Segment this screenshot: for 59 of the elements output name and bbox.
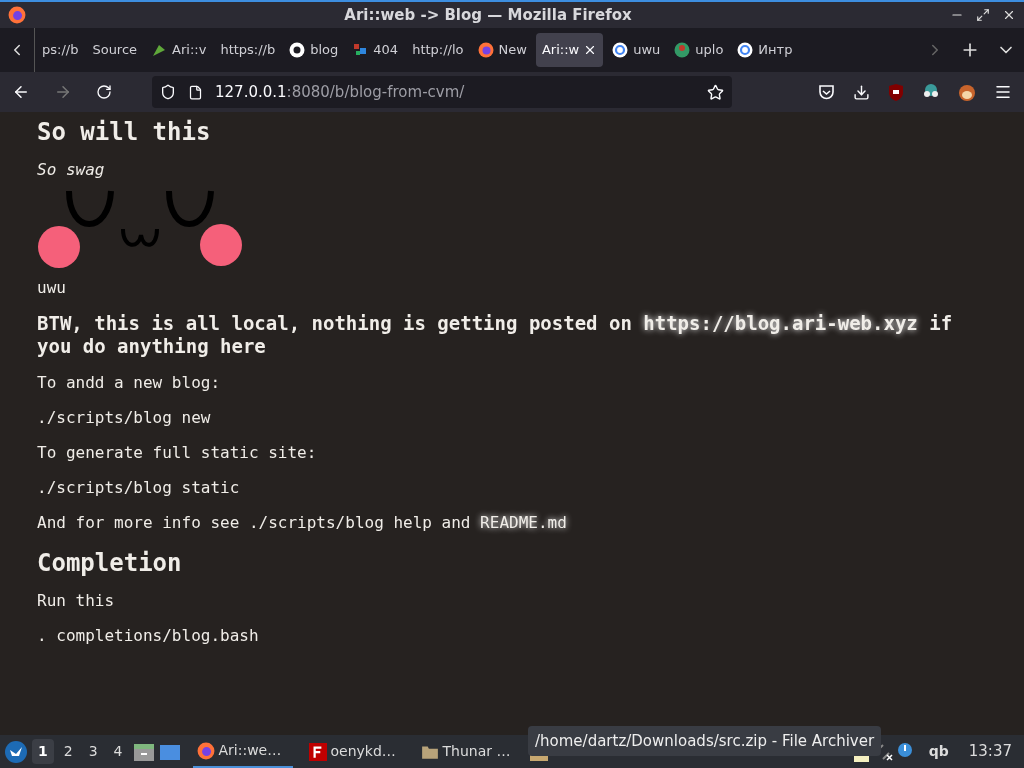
back-icon[interactable] (12, 83, 30, 101)
paragraph: . completions/blog.bash (37, 625, 260, 647)
menu-icon[interactable] (994, 83, 1012, 101)
pocket-icon[interactable] (818, 84, 835, 100)
bird-menu-icon[interactable] (4, 739, 28, 764)
browser-tab[interactable]: New (472, 33, 532, 67)
close-icon[interactable] (1002, 8, 1016, 22)
window-title: Ari::web -> Blog — Mozilla Firefox (344, 6, 632, 24)
desktop-icon[interactable] (158, 742, 181, 761)
browser-tab[interactable]: uplo (669, 33, 729, 67)
paragraph: So swag (37, 159, 106, 181)
clock: 13:37 (968, 741, 1012, 763)
bookmark-star-icon[interactable] (707, 83, 724, 101)
browser-tab[interactable]: Ari::v (146, 33, 212, 67)
paragraph: To generate full static site: (37, 442, 318, 464)
paragraph: uwu (37, 277, 67, 299)
heading: So will this (37, 117, 212, 147)
browser-tab[interactable]: blog (284, 33, 344, 67)
monkey-extension-icon[interactable] (958, 83, 976, 101)
pixel-icon (352, 42, 369, 58)
url-text: 127.0.0.1:8080/b/blog-from-cvm/ (215, 81, 466, 103)
forward-icon[interactable] (54, 83, 72, 101)
globe-icon (674, 42, 691, 58)
workspace-button[interactable]: 1 (32, 739, 54, 764)
paragraph: ./scripts/blog new (37, 407, 212, 429)
page-icon (188, 84, 203, 100)
address-bar[interactable]: 127.0.0.1:8080/b/blog-from-cvm/ (152, 76, 732, 108)
cabinet-icon[interactable] (132, 741, 155, 762)
browser-tab[interactable]: Ari::w (535, 33, 604, 67)
tooltip: /home/dartz/Downloads/src.zip - File Archiver (528, 725, 882, 756)
paragraph: Run this (37, 590, 116, 612)
taskbar-button[interactable]: Ari::we… (192, 735, 293, 768)
inline-code: README.md (480, 513, 567, 532)
taskbar-button[interactable]: oenykd… (304, 735, 405, 768)
tray-label[interactable]: qb (928, 741, 949, 762)
paragraph: ./scripts/blog static (37, 477, 241, 499)
browser-tab[interactable]: Source (87, 33, 143, 67)
paragraph: BTW, this is all local, nothing is getting posted on https://blog.ari-web.xyz if you do anything here (37, 312, 954, 358)
inline-code: https://blog.ari-web.xyz (643, 312, 918, 334)
maximize-icon[interactable] (976, 8, 990, 22)
paragraph: To andd a new blog: (37, 372, 222, 394)
shield-icon (160, 84, 176, 100)
workspace-button[interactable]: 2 (57, 739, 79, 764)
browser-tab[interactable]: Интр (732, 33, 798, 67)
browser-tab[interactable]: https://b (215, 33, 281, 67)
shield-extension-icon[interactable] (888, 83, 904, 101)
browser-tab[interactable]: uwu (607, 33, 666, 67)
download-icon[interactable] (853, 83, 870, 101)
paragraph: And for more info see ./scripts/blog help and README.md (37, 512, 568, 534)
workspace-button[interactable]: 3 (82, 739, 104, 764)
glasses-extension-icon[interactable] (922, 84, 940, 100)
workspace-button[interactable]: 4 (107, 739, 129, 764)
taskbar-button[interactable]: Thunar … (416, 735, 517, 768)
browser-tab[interactable]: http://lo (407, 33, 469, 67)
filezilla-icon (308, 742, 327, 761)
browser-tab[interactable]: 404 (347, 33, 404, 67)
heading: Completion (37, 548, 183, 578)
browser-tab[interactable]: ps://b (37, 33, 84, 67)
reload-icon[interactable] (96, 84, 112, 100)
